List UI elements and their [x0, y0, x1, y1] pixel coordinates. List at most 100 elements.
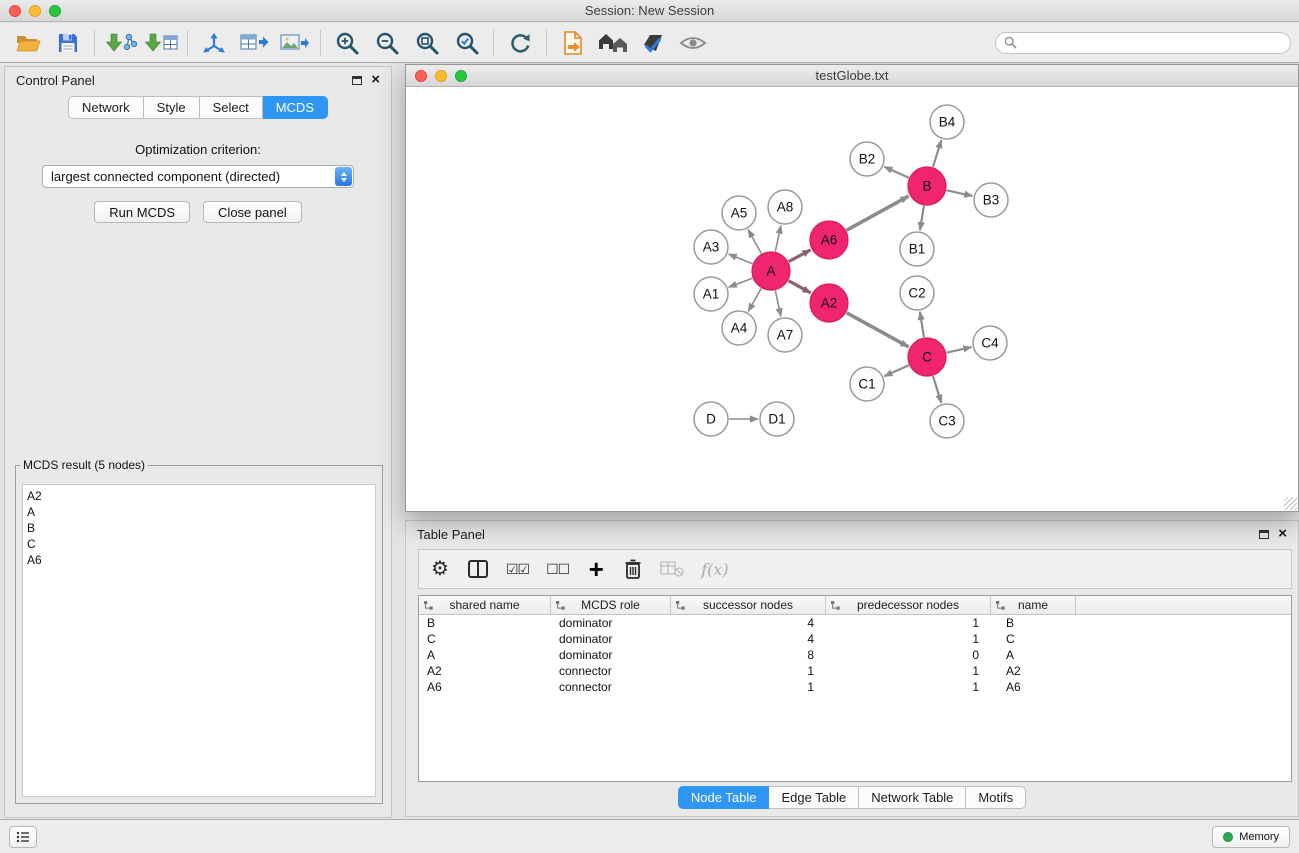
- mcds-result-item[interactable]: A: [27, 504, 371, 520]
- edge-A6-B[interactable]: [847, 196, 909, 230]
- node-B3[interactable]: B3: [974, 183, 1008, 217]
- zoom-window-button[interactable]: [49, 5, 61, 17]
- delete-row-button[interactable]: [623, 556, 643, 582]
- table-row[interactable]: A6connector11A6: [419, 679, 1291, 695]
- show-hide-graphics-button[interactable]: [673, 27, 713, 59]
- node-C4[interactable]: C4: [973, 326, 1007, 360]
- zoom-in-button[interactable]: [327, 27, 367, 59]
- close-panel-icon[interactable]: ×: [371, 75, 380, 85]
- add-row-button[interactable]: +: [586, 556, 606, 582]
- mcds-result-item[interactable]: A2: [27, 488, 371, 504]
- network-canvas[interactable]: B4B2BB3A8A5A6B1A3AC2A1A2A4A7C4CC1DD1C3: [406, 88, 1298, 511]
- node-C2[interactable]: C2: [900, 276, 934, 310]
- edge-A-A5[interactable]: [748, 230, 761, 254]
- tab-style[interactable]: Style: [144, 96, 200, 119]
- mcds-result-item[interactable]: A6: [27, 552, 371, 568]
- table-row[interactable]: Bdominator41B: [419, 615, 1291, 631]
- node-C1[interactable]: C1: [850, 367, 884, 401]
- home-browser-button[interactable]: [593, 27, 633, 59]
- task-history-button[interactable]: [9, 826, 37, 848]
- edge-A-A1[interactable]: [729, 278, 753, 287]
- run-mcds-button[interactable]: Run MCDS: [94, 201, 190, 223]
- edge-C-C4[interactable]: [947, 347, 972, 353]
- tab-network[interactable]: Network: [68, 96, 144, 119]
- node-A3[interactable]: A3: [694, 230, 728, 264]
- edge-B-B1[interactable]: [920, 206, 924, 230]
- select-all-rows-button[interactable]: ☑☑: [506, 556, 529, 582]
- zoom-selected-button[interactable]: [447, 27, 487, 59]
- edge-B-B4[interactable]: [933, 140, 941, 167]
- edge-A-A3[interactable]: [729, 254, 753, 264]
- edge-A-A8[interactable]: [775, 226, 781, 252]
- tab-node-table[interactable]: Node Table: [678, 786, 770, 809]
- tab-select[interactable]: Select: [200, 96, 263, 119]
- save-session-button[interactable]: [48, 27, 88, 59]
- open-session-button[interactable]: [8, 27, 48, 59]
- table-row[interactable]: A2connector11A2: [419, 663, 1291, 679]
- float-table-panel-icon[interactable]: [1259, 530, 1269, 539]
- node-A4[interactable]: A4: [722, 311, 756, 345]
- node-D1[interactable]: D1: [760, 402, 794, 436]
- network-svg[interactable]: B4B2BB3A8A5A6B1A3AC2A1A2A4A7C4CC1DD1C3: [406, 88, 1298, 511]
- node-A1[interactable]: A1: [694, 277, 728, 311]
- node-A[interactable]: A: [752, 252, 790, 290]
- network-zoom-button[interactable]: [455, 70, 467, 82]
- close-table-panel-icon[interactable]: ×: [1278, 529, 1287, 539]
- table-settings-button[interactable]: ⚙: [430, 556, 450, 582]
- column-header-mcds-role[interactable]: MCDS role: [551, 596, 671, 614]
- column-header-predecessor-nodes[interactable]: predecessor nodes: [826, 596, 991, 614]
- tab-mcds[interactable]: MCDS: [263, 96, 328, 119]
- edge-A2-C[interactable]: [847, 313, 909, 347]
- import-network-from-file-button[interactable]: [101, 27, 141, 59]
- edge-B-B2[interactable]: [884, 167, 909, 178]
- search-input[interactable]: [1022, 36, 1282, 50]
- show-columns-button[interactable]: [467, 556, 489, 582]
- column-header-name[interactable]: name: [991, 596, 1076, 614]
- table-row[interactable]: Cdominator41C: [419, 631, 1291, 647]
- node-B2[interactable]: B2: [850, 142, 884, 176]
- node-A6[interactable]: A6: [810, 221, 848, 259]
- column-header-successor-nodes[interactable]: successor nodes: [671, 596, 826, 614]
- node-C3[interactable]: C3: [930, 404, 964, 438]
- tab-edge-table[interactable]: Edge Table: [769, 786, 859, 809]
- open-document-button[interactable]: [553, 27, 593, 59]
- search-box[interactable]: [995, 32, 1291, 54]
- mcds-result-item[interactable]: B: [27, 520, 371, 536]
- edge-A-A4[interactable]: [748, 288, 761, 311]
- new-network-button[interactable]: [194, 27, 234, 59]
- node-D[interactable]: D: [694, 402, 728, 436]
- node-A7[interactable]: A7: [768, 318, 802, 352]
- column-header-shared-name[interactable]: shared name: [419, 596, 551, 614]
- edge-B-B3[interactable]: [947, 190, 973, 196]
- zoom-fit-content-button[interactable]: [407, 27, 447, 59]
- select-mode-button[interactable]: [633, 27, 673, 59]
- export-image-button[interactable]: [274, 27, 314, 59]
- node-B4[interactable]: B4: [930, 105, 964, 139]
- apply-preferred-layout-button[interactable]: [500, 27, 540, 59]
- tab-network-table[interactable]: Network Table: [859, 786, 966, 809]
- node-A8[interactable]: A8: [768, 190, 802, 224]
- close-panel-button[interactable]: Close panel: [203, 201, 302, 223]
- network-minimize-button[interactable]: [435, 70, 447, 82]
- node-B1[interactable]: B1: [900, 232, 934, 266]
- criterion-dropdown[interactable]: largest connected component (directed): [42, 165, 354, 188]
- float-panel-icon[interactable]: [352, 76, 362, 85]
- network-window-titlebar[interactable]: testGlobe.txt: [406, 65, 1298, 87]
- edge-C-C1[interactable]: [884, 365, 909, 376]
- mcds-result-item[interactable]: C: [27, 536, 371, 552]
- edge-C-C3[interactable]: [933, 376, 941, 403]
- edge-A-A6[interactable]: [789, 250, 811, 262]
- new-network-from-table-button[interactable]: [234, 27, 274, 59]
- resize-grip[interactable]: [1284, 497, 1297, 510]
- node-B[interactable]: B: [908, 167, 946, 205]
- close-window-button[interactable]: [9, 5, 21, 17]
- table-row[interactable]: Adominator80A: [419, 647, 1291, 663]
- edge-C-C2[interactable]: [920, 312, 924, 337]
- memory-button[interactable]: Memory: [1212, 826, 1290, 848]
- delete-table-button[interactable]: [660, 556, 684, 582]
- mcds-result-list[interactable]: A2ABCA6: [22, 484, 376, 797]
- function-builder-button[interactable]: f(x): [701, 556, 728, 582]
- zoom-out-button[interactable]: [367, 27, 407, 59]
- deselect-all-rows-button[interactable]: ☐☐: [546, 556, 569, 582]
- import-table-from-file-button[interactable]: [141, 27, 181, 59]
